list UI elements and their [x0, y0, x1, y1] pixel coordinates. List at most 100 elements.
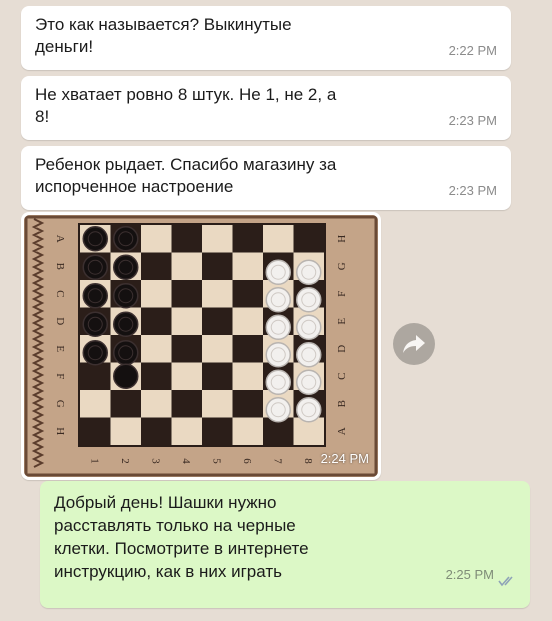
board-rank-label-right: F [336, 291, 348, 297]
board-square [232, 390, 263, 418]
board-rank-label-left: G [54, 400, 66, 408]
board-square [141, 335, 172, 363]
board-rank-label-left: E [54, 345, 66, 352]
board-file-label: 7 [271, 458, 283, 464]
board-square [202, 417, 233, 445]
board-square [232, 362, 263, 390]
black-checker [113, 283, 139, 309]
white-checker [265, 314, 291, 340]
board-square [232, 252, 263, 280]
black-checker [113, 226, 139, 252]
board-rank-label-left: C [54, 290, 66, 297]
checkers-board-photo[interactable]: A A B B C C D D E E F F G G H H 1 2 3 4 5 6 7 8 [24, 215, 378, 477]
board-square [171, 307, 202, 335]
board-square [141, 307, 172, 335]
board-square [171, 390, 202, 418]
message-bubble-outgoing[interactable]: Добрый день! Шашки нужно расставлять тол… [40, 481, 530, 608]
chat-area: Это как называется? Выкинутые деньги! 2:… [0, 0, 552, 621]
board-square [232, 307, 263, 335]
board-rank-label-right: B [336, 400, 348, 407]
board-file-label: 5 [210, 458, 222, 464]
board-square [141, 225, 172, 253]
white-checker [296, 314, 322, 340]
board-rank-label-left: A [54, 235, 66, 243]
board-rank-label-right: G [336, 262, 348, 270]
message-bubble-incoming[interactable]: Это как называется? Выкинутые деньги! 2:… [21, 6, 511, 70]
board-square [171, 280, 202, 308]
board-square [202, 225, 233, 253]
message-bubble-incoming[interactable]: Не хватает ровно 8 штук. Не 1, не 2, а 8… [21, 76, 511, 140]
board-square [141, 280, 172, 308]
white-checker [296, 397, 322, 423]
board-square [171, 362, 202, 390]
message-text: Не хватает ровно 8 штук. Не 1, не 2, а 8… [35, 85, 337, 126]
black-checker [82, 283, 108, 309]
message-text: Ребенок рыдает. Спасибо магазину за испо… [35, 155, 337, 196]
black-checker [113, 311, 139, 337]
black-checker [82, 254, 108, 280]
board-rank-label-left: D [54, 317, 66, 325]
board-square [232, 280, 263, 308]
white-checker [296, 259, 322, 285]
white-checker [265, 397, 291, 423]
board-square [232, 417, 263, 445]
board-square [141, 252, 172, 280]
board-square [202, 307, 233, 335]
message-time: 2:24 PM [320, 451, 369, 466]
board-file-label: 4 [180, 458, 192, 464]
board-square [171, 252, 202, 280]
board-rank-label-right: H [336, 235, 348, 243]
black-checker [113, 363, 139, 389]
board-square [80, 390, 111, 418]
message-time: 2:23 PM [448, 183, 497, 198]
board-square [293, 225, 324, 253]
board-square [263, 225, 294, 253]
message-time: 2:25 PM [445, 567, 494, 582]
board-rank-label-right: A [336, 427, 348, 435]
message-text: Это как называется? Выкинутые деньги! [35, 15, 292, 56]
board-square [80, 362, 111, 390]
message-bubble-incoming[interactable]: Ребенок рыдает. Спасибо магазину за испо… [21, 146, 511, 210]
board-file-label: 2 [119, 458, 131, 464]
board-rank-label-right: D [336, 345, 348, 353]
board-square [232, 335, 263, 363]
black-checker [82, 226, 108, 252]
double-check-icon [498, 576, 513, 587]
board-square [110, 390, 141, 418]
white-checker [265, 287, 291, 313]
board-square [141, 390, 172, 418]
board-square [202, 390, 233, 418]
board-rank-label-left: F [54, 373, 66, 379]
board-square [232, 225, 263, 253]
board-square [202, 362, 233, 390]
board-rank-label-right: C [336, 373, 348, 380]
board-square [141, 417, 172, 445]
white-checker [265, 259, 291, 285]
white-checker [265, 342, 291, 368]
white-checker [265, 369, 291, 395]
black-checker [113, 340, 139, 366]
board-rank-label-left: H [54, 427, 66, 435]
board-square [171, 225, 202, 253]
board-rank-label-left: B [54, 263, 66, 270]
board-square [110, 417, 141, 445]
forward-arrow-icon [403, 335, 425, 353]
black-checker [113, 254, 139, 280]
black-checker [82, 340, 108, 366]
message-time: 2:22 PM [448, 43, 497, 58]
board-file-label: 8 [302, 458, 314, 464]
board-rank-label-right: E [336, 318, 348, 325]
board-square [141, 362, 172, 390]
board-file-label: 3 [149, 458, 161, 464]
board-file-label: 1 [88, 458, 100, 464]
board-square [202, 280, 233, 308]
board-square [171, 335, 202, 363]
board-square [202, 335, 233, 363]
forward-button[interactable] [393, 323, 435, 365]
white-checker [296, 287, 322, 313]
board-square [202, 252, 233, 280]
board-file-label: 6 [241, 458, 253, 464]
board-square [171, 417, 202, 445]
checkers-board-image: A A B B C C D D E E F F G G H H 1 2 3 4 5 6 7 8 [24, 215, 378, 477]
image-message[interactable]: A A B B C C D D E E F F G G H H 1 2 3 4 5 6 7 8 2:24 PM [21, 212, 381, 480]
